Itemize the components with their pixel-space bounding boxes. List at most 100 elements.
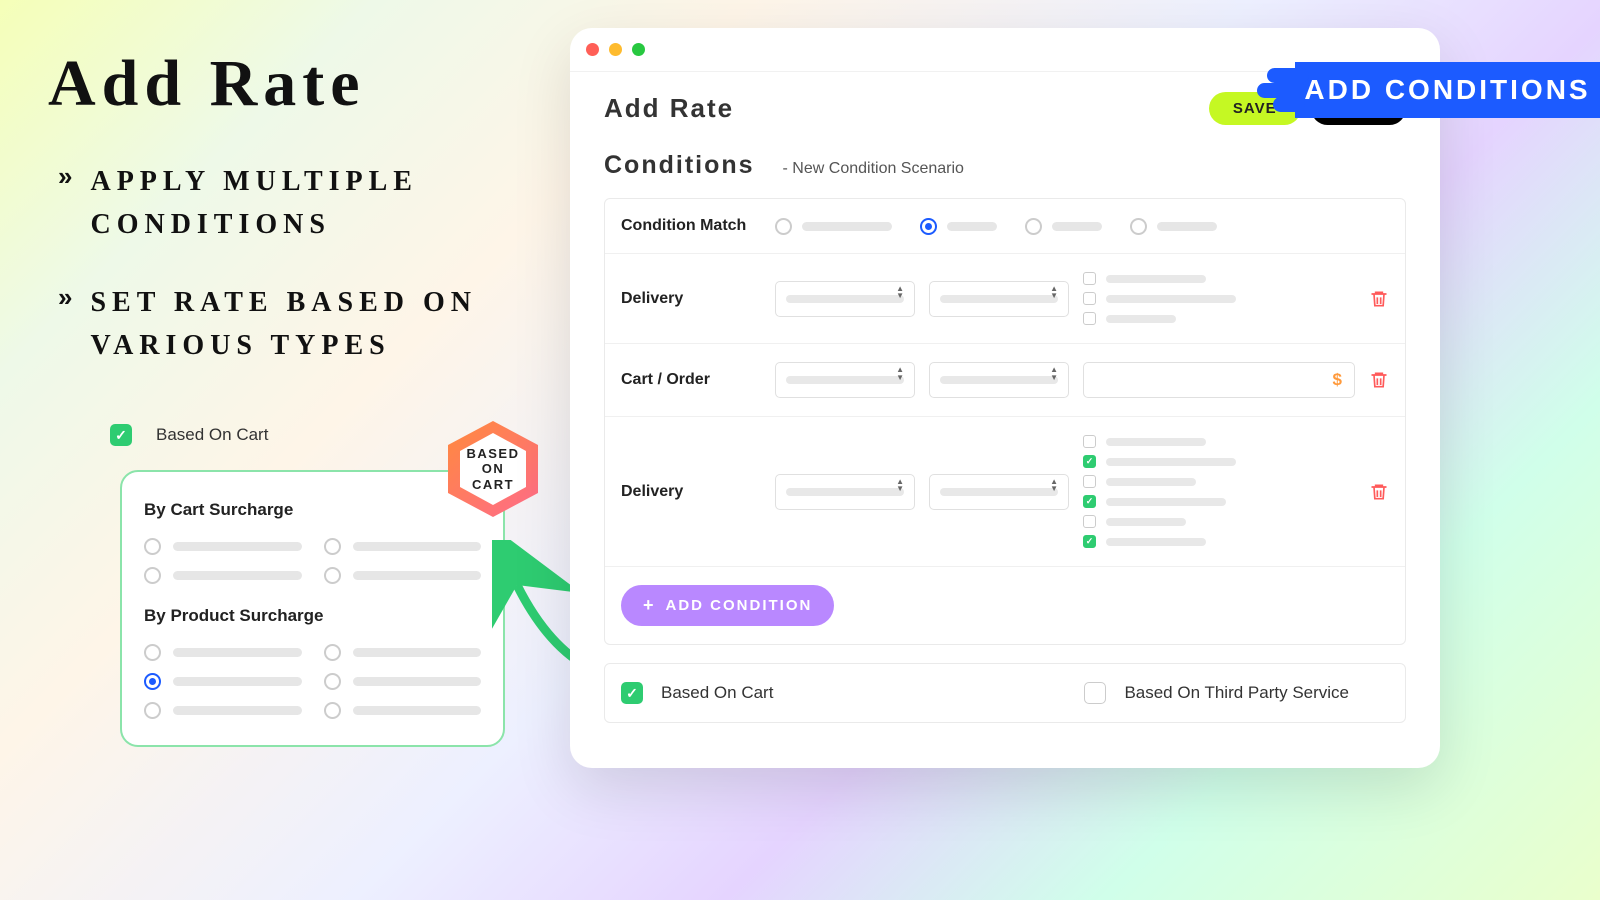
placeholder-line [353, 542, 482, 551]
radio-icon[interactable] [324, 538, 341, 555]
placeholder-line [1157, 222, 1217, 231]
maximize-icon[interactable] [632, 43, 645, 56]
radio-icon[interactable] [144, 567, 161, 584]
stepper-icon: ▲▼ [896, 480, 904, 493]
placeholder-line [173, 542, 302, 551]
placeholder-line [1106, 295, 1236, 303]
bullet-list: » APPLY MULTIPLE CONDITIONS » SET RATE BAS… [58, 160, 488, 402]
option-label: Based On Cart [661, 683, 773, 703]
radio-icon[interactable] [144, 702, 161, 719]
radio-selected-icon[interactable] [144, 673, 161, 690]
placeholder-line [173, 706, 302, 715]
radio-icon[interactable] [324, 567, 341, 584]
stepper-icon: ▲▼ [1050, 287, 1058, 300]
minimize-icon[interactable] [609, 43, 622, 56]
placeholder-line [802, 222, 892, 231]
checkbox-checked-icon[interactable]: ✓ [1083, 495, 1096, 508]
checkbox-label: Based On Cart [156, 425, 268, 445]
select-input[interactable]: ▲▼ [775, 281, 915, 317]
row-label: Condition Match [621, 217, 761, 235]
amount-input[interactable]: $ [1083, 362, 1355, 398]
checkbox-icon[interactable] [1083, 272, 1096, 285]
checkbox-checked-icon[interactable]: ✓ [110, 424, 132, 446]
stepper-icon: ▲▼ [1050, 368, 1058, 381]
chevron-icon: » [58, 281, 72, 315]
placeholder-line [947, 222, 997, 231]
checkbox-icon[interactable] [1083, 475, 1096, 488]
row-label: Delivery [621, 483, 761, 501]
placeholder-line [173, 648, 302, 657]
trash-icon[interactable] [1369, 288, 1389, 310]
placeholder-line [1106, 498, 1226, 506]
currency-icon: $ [1333, 370, 1342, 390]
checkbox-checked-icon[interactable]: ✓ [1083, 455, 1096, 468]
placeholder-line [1106, 438, 1206, 446]
conditions-panel: Condition Match Delivery ▲▼ ▲▼ [604, 198, 1406, 645]
row-label: Cart / Order [621, 371, 761, 389]
bullet-text: SET RATE BASED ON VARIOUS TYPES [90, 281, 488, 368]
hex-badge: BASED ON CART [448, 421, 538, 517]
placeholder-line [173, 677, 302, 686]
stepper-icon: ▲▼ [1050, 480, 1058, 493]
checkbox-icon[interactable] [1084, 682, 1106, 704]
placeholder-line [1106, 315, 1176, 323]
window-title: Add Rate [604, 93, 734, 124]
select-input[interactable]: ▲▼ [775, 362, 915, 398]
banner-ribbon: ADD CONDITIONS [1295, 62, 1600, 118]
close-icon[interactable] [586, 43, 599, 56]
select-input[interactable]: ▲▼ [929, 362, 1069, 398]
trash-icon[interactable] [1369, 481, 1389, 503]
bottom-options: ✓ Based On Cart Based On Third Party Ser… [604, 663, 1406, 723]
radio-icon[interactable] [324, 673, 341, 690]
mini-section-title: By Product Surcharge [144, 606, 481, 626]
delivery-row-2: Delivery ▲▼ ▲▼ ✓ ✓ ✓ [605, 417, 1405, 567]
placeholder-line [1106, 458, 1236, 466]
placeholder-line [353, 648, 482, 657]
conditions-subtitle: - New Condition Scenario [783, 160, 964, 178]
option-label: Based On Third Party Service [1124, 683, 1349, 703]
select-input[interactable]: ▲▼ [775, 474, 915, 510]
mini-checkbox-row: ✓ Based On Cart [110, 424, 268, 446]
placeholder-line [353, 706, 482, 715]
placeholder-line [1052, 222, 1102, 231]
trash-icon[interactable] [1369, 369, 1389, 391]
radio-icon[interactable] [1130, 218, 1147, 235]
delivery-row: Delivery ▲▼ ▲▼ [605, 254, 1405, 344]
placeholder-line [173, 571, 302, 580]
checkbox-checked-icon[interactable]: ✓ [1083, 535, 1096, 548]
radio-icon[interactable] [144, 538, 161, 555]
radio-icon[interactable] [324, 644, 341, 661]
checkbox-icon[interactable] [1083, 312, 1096, 325]
row-label: Delivery [621, 290, 761, 308]
placeholder-line [1106, 538, 1206, 546]
radio-selected-icon[interactable] [920, 218, 937, 235]
select-input[interactable]: ▲▼ [929, 281, 1069, 317]
cart-order-row: Cart / Order ▲▼ ▲▼ $ [605, 344, 1405, 417]
placeholder-line [353, 677, 482, 686]
select-input[interactable]: ▲▼ [929, 474, 1069, 510]
bullet-text: APPLY MULTIPLE CONDITIONS [90, 160, 488, 247]
app-window: Add Rate SAVE BACK Conditions - New Cond… [570, 28, 1440, 768]
radio-icon[interactable] [1025, 218, 1042, 235]
plus-icon: + [643, 595, 656, 616]
page-title: Add Rate [48, 46, 366, 122]
radio-icon[interactable] [144, 644, 161, 661]
placeholder-line [1106, 275, 1206, 283]
conditions-title: Conditions [604, 151, 755, 180]
add-condition-button[interactable]: + ADD CONDITION [621, 585, 834, 626]
stepper-icon: ▲▼ [896, 368, 904, 381]
placeholder-line [1106, 518, 1186, 526]
radio-icon[interactable] [324, 702, 341, 719]
condition-match-row: Condition Match [605, 199, 1405, 254]
mini-section-title: By Cart Surcharge [144, 500, 481, 520]
checkbox-checked-icon[interactable]: ✓ [621, 682, 643, 704]
radio-icon[interactable] [775, 218, 792, 235]
add-condition-label: ADD CONDITION [666, 597, 813, 614]
checkbox-icon[interactable] [1083, 292, 1096, 305]
placeholder-line [353, 571, 482, 580]
checkbox-icon[interactable] [1083, 435, 1096, 448]
checkbox-icon[interactable] [1083, 515, 1096, 528]
chevron-icon: » [58, 160, 72, 194]
placeholder-line [1106, 478, 1196, 486]
banner-label: ADD CONDITIONS [1304, 74, 1590, 106]
